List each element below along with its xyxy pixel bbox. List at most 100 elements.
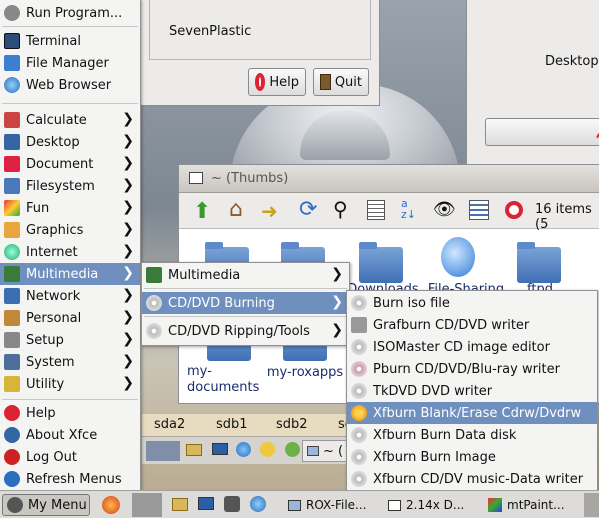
menu-label: Fun — [26, 200, 50, 216]
menu-item-pburn[interactable]: Pburn CD/DVD/Blu-ray writer — [347, 358, 597, 380]
refresh-icon[interactable]: ⟳ — [299, 197, 317, 222]
rox-titlebar[interactable]: ~ (Thumbs) — [179, 165, 599, 193]
drive-label[interactable]: sda2 — [154, 417, 185, 432]
path-task-label: ~ ( — [323, 443, 344, 459]
menu-item-cd-dvd-ripping[interactable]: CD/DVD Ripping/Tools ❯ — [142, 320, 349, 342]
blank-launcher[interactable] — [132, 493, 162, 517]
sevenplastic-dialog: SevenPlastic Help Quit — [140, 0, 380, 106]
task-rox-filer[interactable]: ROX-File... — [288, 494, 367, 516]
globe-icon[interactable] — [236, 442, 251, 457]
menu-item-file-manager[interactable]: File Manager — [0, 52, 140, 74]
sort-az-icon[interactable]: a z↓ — [401, 198, 416, 220]
menu-item-graphics[interactable]: Graphics ❯ — [0, 219, 140, 241]
menu-label: Log Out — [26, 449, 77, 465]
monitor-icon[interactable] — [212, 443, 228, 455]
menu-item-refresh-menus[interactable]: Refresh Menus — [0, 468, 140, 490]
menu-item-document[interactable]: Document ❯ — [0, 153, 140, 175]
menu-item-xfburn-image[interactable]: Xfburn Burn Image — [347, 446, 597, 468]
menu-label: Personal — [26, 310, 82, 326]
network-launcher-icon[interactable] — [224, 496, 240, 512]
help-button[interactable]: Help — [248, 68, 306, 96]
menu-item-grafburn[interactable]: Grafburn CD/DVD writer — [347, 314, 597, 336]
task-2-14x[interactable]: 2.14x D... — [388, 494, 464, 516]
details-view-icon[interactable] — [469, 200, 489, 220]
globe-launcher-icon[interactable] — [250, 496, 266, 512]
zoom-icon[interactable]: ⚲ — [333, 197, 348, 221]
cd-disc-icon — [351, 339, 367, 355]
folder-launcher-icon[interactable] — [172, 498, 188, 511]
go-arrow-icon[interactable]: ➜ — [261, 199, 278, 223]
menu-separator — [2, 103, 138, 104]
menu-label: Xfburn Blank/Erase Cdrw/Dvdrw — [373, 405, 582, 421]
monitor-launcher-icon[interactable] — [198, 497, 214, 510]
menu-item-xfburn-blank[interactable]: Xfburn Blank/Erase Cdrw/Dvdrw — [347, 402, 597, 424]
menu-item-desktop[interactable]: Desktop ❯ — [0, 131, 140, 153]
menu-item-isomaster[interactable]: ISOMaster CD image editor — [347, 336, 597, 358]
item-count: 16 items (5 — [535, 202, 592, 232]
rox-help-icon[interactable] — [505, 201, 523, 219]
rox-window-icon — [189, 172, 203, 184]
menu-item-system[interactable]: System ❯ — [0, 351, 140, 373]
desktop-cancel-button[interactable]: ✗ — [485, 118, 599, 146]
help-lifebuoy-icon — [4, 405, 20, 421]
submenu-arrow-icon: ❯ — [122, 111, 134, 127]
menu-item-log-out[interactable]: Log Out — [0, 446, 140, 468]
task-mtpaint[interactable]: mtPaint... — [488, 494, 565, 516]
my-menu-label: My Menu — [28, 497, 87, 513]
menu-item-setup[interactable]: Setup ❯ — [0, 329, 140, 351]
inner-panel: ~ ( — [142, 436, 352, 464]
quit-button[interactable]: Quit — [313, 68, 369, 96]
cd-disc-icon — [146, 323, 162, 339]
drive-label[interactable]: sdb1 — [216, 417, 248, 432]
binoculars-icon[interactable]: 👁 — [433, 199, 456, 220]
path-task[interactable]: ~ ( — [302, 440, 350, 462]
submenu-arrow-icon: ❯ — [331, 294, 343, 310]
firefox-icon[interactable] — [102, 496, 120, 514]
person-icon[interactable] — [285, 442, 300, 457]
face-icon[interactable] — [260, 442, 275, 457]
my-menu-button[interactable]: My Menu — [2, 494, 90, 516]
menu-item-burn-iso[interactable]: Burn iso file — [347, 292, 597, 314]
menu-item-personal[interactable]: Personal ❯ — [0, 307, 140, 329]
personal-icon — [4, 310, 20, 326]
menu-label: Multimedia — [26, 266, 99, 282]
menu-item-help[interactable]: Help — [0, 402, 140, 424]
drive-label[interactable]: sdb2 — [276, 417, 308, 432]
menu-item-internet[interactable]: Internet ❯ — [0, 241, 140, 263]
menu-item-cd-dvd-burning[interactable]: CD/DVD Burning ❯ — [142, 292, 349, 314]
menu-label: Utility — [26, 376, 65, 392]
folder-icon[interactable] — [517, 242, 561, 283]
menu-item-calculate[interactable]: Calculate ❯ — [0, 109, 140, 131]
menu-label: Internet — [26, 244, 78, 260]
menu-item-run-program[interactable]: Run Program... — [0, 2, 140, 24]
utility-icon — [4, 376, 20, 392]
menu-item-multimedia-sub[interactable]: Multimedia ❯ — [142, 264, 349, 286]
folder-label[interactable]: my-roxapps — [265, 365, 345, 380]
submenu-arrow-icon: ❯ — [122, 331, 134, 347]
up-arrow-icon[interactable]: ⬆ — [193, 199, 211, 224]
menu-item-web-browser[interactable]: Web Browser — [0, 74, 140, 96]
pburn-icon — [351, 361, 367, 377]
menu-item-multimedia[interactable]: Multimedia ❯ — [0, 263, 140, 285]
menu-separator — [2, 26, 138, 27]
file-sharing-icon[interactable] — [441, 237, 475, 277]
menu-item-utility[interactable]: Utility ❯ — [0, 373, 140, 395]
sevenplastic-label: SevenPlastic — [169, 24, 252, 39]
menu-item-filesystem[interactable]: Filesystem ❯ — [0, 175, 140, 197]
extra-task-block[interactable] — [584, 493, 599, 517]
home-icon[interactable]: ⌂ — [229, 197, 243, 222]
menu-logo-icon — [7, 497, 23, 513]
menu-label: Help — [26, 405, 56, 421]
menu-item-about-xfce[interactable]: About Xfce — [0, 424, 140, 446]
folder-small-icon[interactable] — [186, 444, 202, 456]
menu-item-fun[interactable]: Fun ❯ — [0, 197, 140, 219]
folder-icon[interactable] — [359, 242, 403, 283]
submenu-arrow-icon: ❯ — [122, 177, 134, 193]
menu-item-tkdvd[interactable]: TkDVD DVD writer — [347, 380, 597, 402]
menu-item-xfburn-data[interactable]: Xfburn Burn Data disk — [347, 424, 597, 446]
list-view-icon[interactable] — [367, 200, 385, 220]
menu-item-network[interactable]: Network ❯ — [0, 285, 140, 307]
menu-item-terminal[interactable]: Terminal — [0, 30, 140, 52]
menu-item-xfburn-music[interactable]: Xfburn CD/DV music-Data writer — [347, 468, 597, 490]
folder-label[interactable]: my-documents — [187, 364, 259, 396]
